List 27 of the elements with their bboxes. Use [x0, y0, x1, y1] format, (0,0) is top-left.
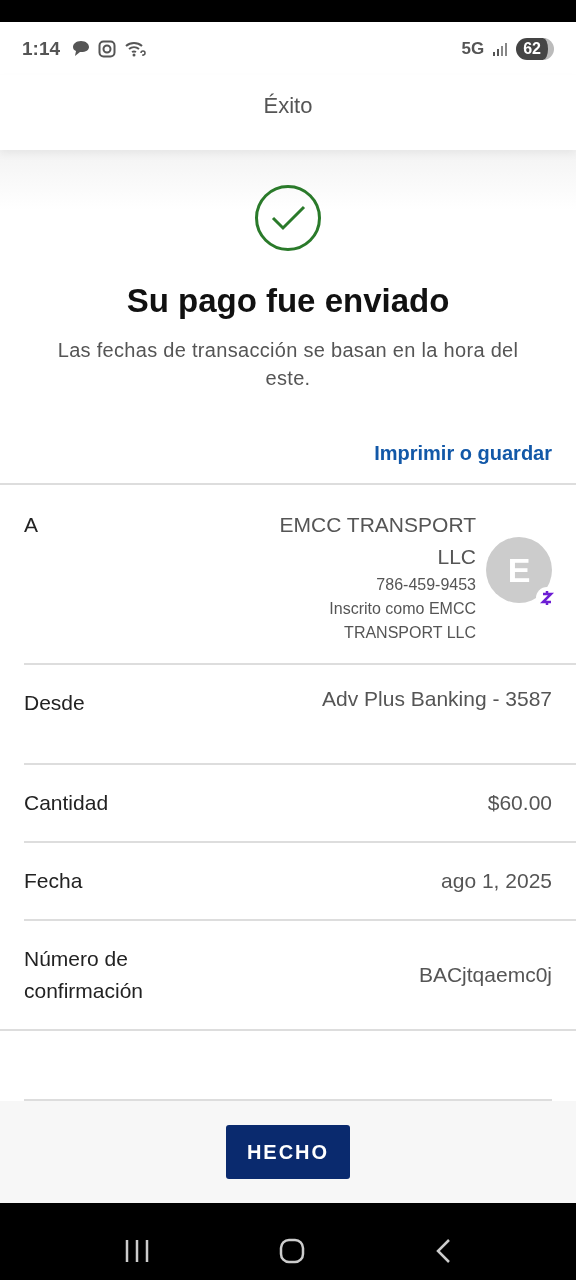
row-label: Desde [24, 690, 85, 716]
print-link[interactable]: Imprimir o guardar [374, 442, 552, 465]
home-icon[interactable] [279, 1237, 305, 1264]
screen-title: Éxito [262, 92, 314, 120]
camera-icon [98, 39, 117, 58]
network-label: 5G [461, 38, 485, 59]
row-label: Fecha [24, 868, 83, 894]
enrollment-note: Inscrito como EMCC TRANSPORT LLC [328, 599, 476, 643]
row-label: A [24, 512, 39, 538]
signal-icon [492, 41, 509, 56]
success-title: Su pago fue enviado [126, 282, 450, 320]
recipient-phone: 786-459-9453 [375, 575, 476, 595]
row-value: $60.00 [487, 791, 552, 815]
battery-level: 62 [516, 37, 554, 60]
row-label: Cantidad [24, 790, 109, 816]
timezone-note: Las fechas de transacción se basan en la hora del este. [56, 338, 520, 391]
recent-apps-icon[interactable] [124, 1238, 151, 1263]
wifi-icon [124, 39, 147, 58]
row-value: Adv Plus Banking - 3587 [322, 687, 552, 711]
row-value: ago 1, 2025 [441, 869, 552, 893]
chat-icon [72, 40, 91, 57]
done-button[interactable]: HECHO [226, 1125, 350, 1179]
check-circle-icon [254, 184, 322, 252]
clock: 1:14 [22, 37, 61, 60]
row-label: Número de confirmación [24, 946, 145, 1004]
row-value: BACjtqaemc0j [418, 963, 552, 987]
recipient-name: EMCC TRANSPORT LLC [278, 512, 476, 570]
